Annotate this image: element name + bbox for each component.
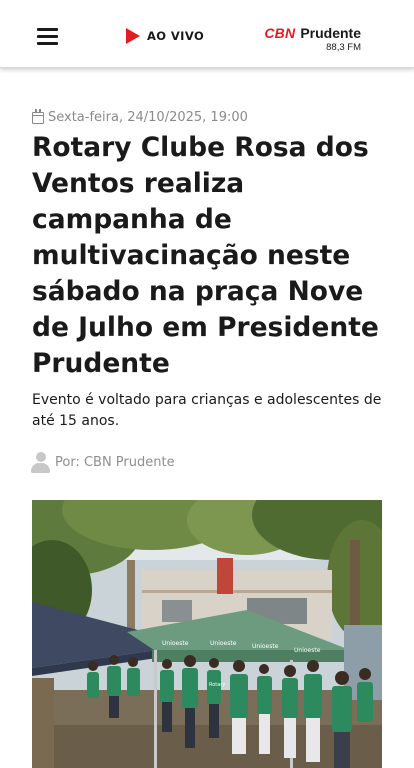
brand-city: Prudente xyxy=(300,25,361,41)
brand-logo[interactable]: CBN Prudente 88,3 FM xyxy=(264,25,361,53)
calendar-icon xyxy=(32,108,44,124)
date-text: Sexta-feira, 24/10/2025, 19:00 xyxy=(48,110,248,125)
svg-text:Unioeste: Unioeste xyxy=(252,643,279,650)
top-bar: AO VIVO CBN Prudente 88,3 FM xyxy=(0,0,414,68)
svg-text:Unioeste: Unioeste xyxy=(162,640,189,647)
article-date: Sexta-feira, 24/10/2025, 19:00 xyxy=(32,108,248,125)
live-label: AO VIVO xyxy=(147,29,205,43)
article-subtitle: Evento é voltado para crianças e adolesc… xyxy=(32,392,382,429)
brand-frequency: 88,3 FM xyxy=(326,42,361,53)
play-icon xyxy=(126,28,140,44)
cbn-logo-text: CBN xyxy=(264,25,296,41)
svg-text:Rotary: Rotary xyxy=(209,682,225,688)
svg-text:Unioeste: Unioeste xyxy=(294,647,321,654)
article-author: Por: CBN Prudente xyxy=(31,452,175,473)
article-headline: Rotary Clube Rosa dos Ventos realiza cam… xyxy=(32,132,379,379)
article-photo[interactable]: Unioeste Unioeste Unioeste Unioeste Rota… xyxy=(32,500,382,768)
vaccination-event-photo: Unioeste Unioeste Unioeste Unioeste Rota… xyxy=(32,500,382,768)
user-avatar-icon xyxy=(31,452,50,473)
svg-text:Unioeste: Unioeste xyxy=(210,640,237,647)
live-button[interactable]: AO VIVO xyxy=(126,28,204,44)
author-text: Por: CBN Prudente xyxy=(55,455,175,470)
hamburger-menu-icon[interactable] xyxy=(37,28,58,46)
